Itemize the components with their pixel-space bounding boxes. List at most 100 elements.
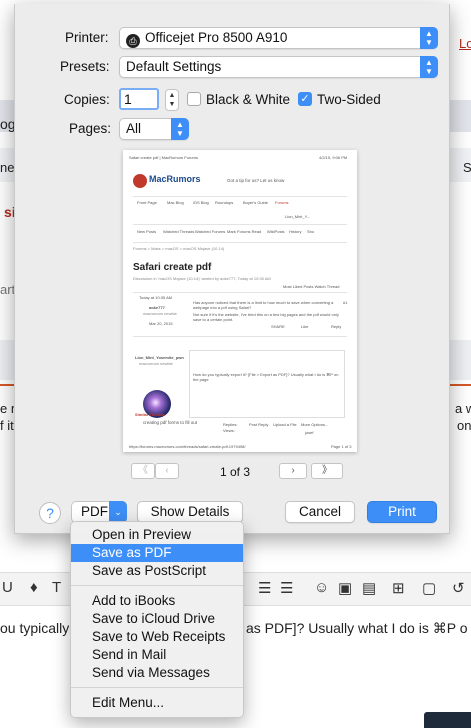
preview-rule [133, 224, 347, 225]
menu-item-send-in-mail[interactable]: Send in Mail [71, 646, 243, 664]
preview-rule [133, 336, 347, 337]
preview-nav-3: Roundups [215, 200, 234, 205]
image-icon[interactable]: ▣ [338, 579, 352, 597]
popup-arrows-icon: ▲ ▼ [420, 56, 438, 78]
preview-most-liked: Most Liked Posts Watch Thread [283, 284, 340, 289]
cancel-button[interactable]: Cancel [285, 501, 355, 523]
color-icon[interactable]: ♦ [30, 579, 38, 596]
bg-post-button [424, 712, 471, 728]
font-size-icon[interactable]: T [52, 579, 61, 596]
show-details-button[interactable]: Show Details [137, 501, 243, 523]
bg-text-s: S [463, 160, 471, 175]
preview-tagline: Got a tip for us? Let us know [227, 178, 285, 183]
preview-user: Lion_Mint_Y... [285, 214, 311, 219]
first-page-button[interactable]: 《 [131, 463, 155, 479]
pdf-menu-button[interactable]: PDF ⌄ [71, 501, 127, 523]
preview-subnav-2: Watched Forums [195, 229, 226, 234]
preview-joined: Mar 20, 2015 [149, 321, 173, 326]
copies-label: Copies: [64, 92, 110, 107]
pages-popup[interactable]: All ▲ ▼ [119, 118, 189, 140]
preview-poster-role: macrumors newbie [143, 311, 177, 316]
printer-popup[interactable]: ⎙ Officejet Pro 8500 A910 ▲ ▼ [119, 27, 438, 49]
preview-action-reply: Reply [331, 324, 342, 329]
two-sided-checkbox[interactable]: ✓ [298, 92, 312, 106]
preview-breadcrumb: Forums > Macs > macOS > macOS Mojave (10… [133, 246, 225, 251]
bg-editor-text-right: as PDF]? Usually what I do is ⌘P o [246, 620, 468, 636]
outdent-icon[interactable]: ☰ [258, 579, 271, 597]
preview-reply-btn-2: More Options... [301, 422, 329, 427]
menu-item-send-via-messages[interactable]: Send via Messages [71, 664, 243, 682]
preview-reply-btn-1: Upload a File [273, 422, 297, 427]
media-icon[interactable]: ▤ [362, 579, 376, 597]
preview-similar-views-label: Views: [223, 428, 235, 433]
last-page-button[interactable]: 》 [311, 463, 343, 479]
help-button[interactable]: ? [39, 502, 61, 524]
printer-value: Officejet Pro 8500 A910 [145, 30, 288, 45]
preview-subnav-3: Mark Forums Read [227, 229, 262, 234]
preview-action-like: Like [301, 324, 309, 329]
preview-post-time: Today at 10:35 AM [139, 295, 173, 300]
preview-poster: aoke777 [149, 305, 165, 310]
code-icon[interactable]: ⊞ [392, 579, 405, 597]
preview-rule [133, 292, 347, 293]
preview-logo-text: MacRumors [149, 174, 201, 184]
menu-item-edit-menu[interactable]: Edit Menu... [71, 694, 243, 712]
menu-item-add-to-ibooks[interactable]: Add to iBooks [71, 592, 243, 610]
bg-text-right2: on [457, 418, 471, 433]
pdf-dropdown-menu: Open in Preview Save as PDF Save as Post… [70, 521, 244, 718]
menu-item-save-as-postscript[interactable]: Save as PostScript [71, 562, 243, 580]
preview-footer-page: Page 1 of 3 [331, 444, 352, 449]
bg-editor-text-left: ou typically [0, 620, 70, 636]
menu-separator [71, 687, 243, 688]
preview-subnav-6: Sho [307, 229, 315, 234]
preview-subnav-1: Watched Threads [163, 229, 195, 234]
preview-action-share: SHARE [271, 324, 285, 329]
pages-label: Pages: [69, 121, 112, 136]
pdf-label: PDF [81, 504, 108, 519]
preview-nav-4: Buyer's Guide [243, 200, 268, 205]
preview-post-body-1: Has anyone noticed that there is a limit… [193, 300, 334, 310]
print-dialog: Printer: ⎙ Officejet Pro 8500 A910 ▲ ▼ Pre… [14, 4, 450, 534]
preview-nav-0: Front Page [137, 200, 157, 205]
preview-nav-2: iOS Blog [193, 200, 209, 205]
undo-icon[interactable]: ↺ [452, 579, 465, 597]
preview-similar-user: josef [305, 430, 314, 435]
preview-similar-title: creating pdf forms to fill out [143, 420, 198, 425]
underline-icon[interactable]: U [2, 579, 13, 596]
preview-reply-role: macrumors newbie [139, 361, 173, 366]
preview-reply-user: Lion_Mint_Yosemite_pwn [135, 355, 184, 360]
preview-post-num: #1 [343, 300, 348, 305]
pages-value: All [126, 121, 142, 136]
presets-value: Default Settings [126, 59, 222, 74]
black-white-checkbox[interactable] [187, 92, 201, 106]
next-page-button[interactable]: › [279, 463, 307, 479]
page-preview: Safari create pdf | MacRumors Forums 4/2… [123, 150, 357, 452]
menu-item-open-in-preview[interactable]: Open in Preview [71, 526, 243, 544]
preview-thread-meta: Discussion in 'macOS Mojave (10.14)' sta… [133, 276, 271, 281]
two-sided-label: Two-Sided [317, 92, 381, 107]
preview-reply-editor [189, 350, 345, 418]
preview-thread-title: Safari create pdf [133, 262, 212, 273]
indent-icon[interactable]: ☰ [280, 579, 293, 597]
popup-arrows-icon: ▲ ▼ [420, 27, 438, 49]
popup-arrows-icon: ▲ ▼ [171, 118, 189, 140]
preview-reply-btn-0: Post Reply [249, 422, 269, 427]
print-button[interactable]: Print [367, 501, 437, 523]
prev-page-button[interactable]: ‹ [155, 463, 179, 479]
preview-nav-1: Mac Blog [167, 200, 184, 205]
printer-icon: ⎙ [126, 34, 140, 48]
smiley-icon[interactable]: ☺ [314, 579, 329, 596]
preview-post-body-2: Not sure if it's the website, I've tried… [193, 312, 339, 322]
menu-separator [71, 585, 243, 586]
presets-popup[interactable]: Default Settings ▲ ▼ [119, 56, 438, 78]
presets-label: Presets: [60, 59, 110, 74]
menu-item-save-as-pdf[interactable]: Save as PDF [71, 544, 243, 562]
menu-item-save-to-web-receipts[interactable]: Save to Web Receipts [71, 628, 243, 646]
copies-stepper[interactable]: ▲ ▼ [165, 89, 179, 111]
page-indicator: 1 of 3 [220, 465, 251, 479]
preview-nav-5: Forums [275, 200, 289, 205]
bg-login-link[interactable]: Lo [459, 36, 471, 51]
save-draft-icon[interactable]: ▢ [422, 579, 436, 597]
menu-item-save-to-icloud-drive[interactable]: Save to iCloud Drive [71, 610, 243, 628]
copies-input[interactable]: 1 [119, 88, 159, 110]
